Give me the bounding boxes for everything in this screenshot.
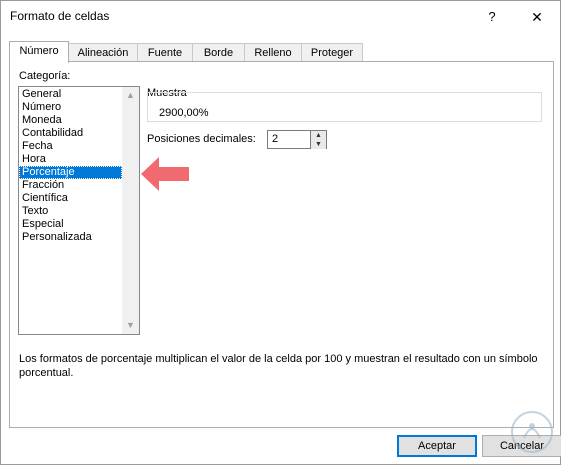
sample-box: 2900,00% — [147, 92, 542, 122]
tab-panel: Categoría: General Número Moneda Contabi… — [9, 61, 554, 428]
decimal-places-stepper[interactable]: ▲ ▼ — [310, 130, 327, 149]
listbox-scrollbar[interactable]: ▲ ▼ — [122, 87, 139, 334]
category-listbox[interactable]: General Número Moneda Contabilidad Fecha… — [18, 86, 140, 335]
stepper-down-icon[interactable]: ▼ — [311, 140, 326, 149]
list-item[interactable]: Contabilidad — [19, 127, 122, 140]
decimal-places-input[interactable]: 2 — [267, 130, 311, 149]
list-item-selected[interactable]: Porcentaje — [19, 166, 122, 179]
format-description: Los formatos de porcentaje multiplican e… — [19, 353, 538, 379]
list-item[interactable]: Texto — [19, 205, 122, 218]
sample-value: 2900,00% — [159, 107, 209, 119]
tab-fuente[interactable]: Fuente — [137, 43, 193, 62]
stepper-up-icon[interactable]: ▲ — [311, 131, 326, 140]
chevron-down-icon[interactable]: ▼ — [122, 317, 139, 334]
format-cells-dialog: Formato de celdas ? ✕ Número Alineación … — [0, 0, 561, 465]
tab-numero[interactable]: Número — [9, 41, 69, 63]
list-item[interactable]: Científica — [19, 192, 122, 205]
tab-relleno[interactable]: Relleno — [244, 43, 302, 62]
chevron-up-icon[interactable]: ▲ — [122, 87, 139, 104]
ok-button[interactable]: Aceptar — [397, 435, 477, 457]
tab-alineacion[interactable]: Alineación — [68, 43, 138, 62]
title-bar: Formato de celdas ? ✕ — [1, 1, 560, 32]
help-button[interactable]: ? — [479, 6, 505, 28]
tab-borde[interactable]: Borde — [192, 43, 245, 62]
annotation-arrow-icon — [141, 157, 189, 191]
category-label: Categoría: — [19, 70, 71, 82]
list-item[interactable]: Fracción — [19, 179, 122, 192]
decimal-places-value: 2 — [272, 133, 279, 145]
list-item[interactable]: Hora — [19, 153, 122, 166]
list-item[interactable]: Fecha — [19, 140, 122, 153]
close-button[interactable]: ✕ — [523, 6, 551, 28]
tab-proteger[interactable]: Proteger — [301, 43, 363, 62]
list-item[interactable]: Especial — [19, 218, 122, 231]
category-list: General Número Moneda Contabilidad Fecha… — [19, 88, 122, 244]
watermark-logo-icon — [511, 411, 553, 453]
window-title: Formato de celdas — [10, 9, 110, 23]
list-item[interactable]: Moneda — [19, 114, 122, 127]
decimal-places-label: Posiciones decimales: — [147, 133, 256, 145]
list-item[interactable]: Número — [19, 101, 122, 114]
list-item[interactable]: General — [19, 88, 122, 101]
list-item[interactable]: Personalizada — [19, 231, 122, 244]
